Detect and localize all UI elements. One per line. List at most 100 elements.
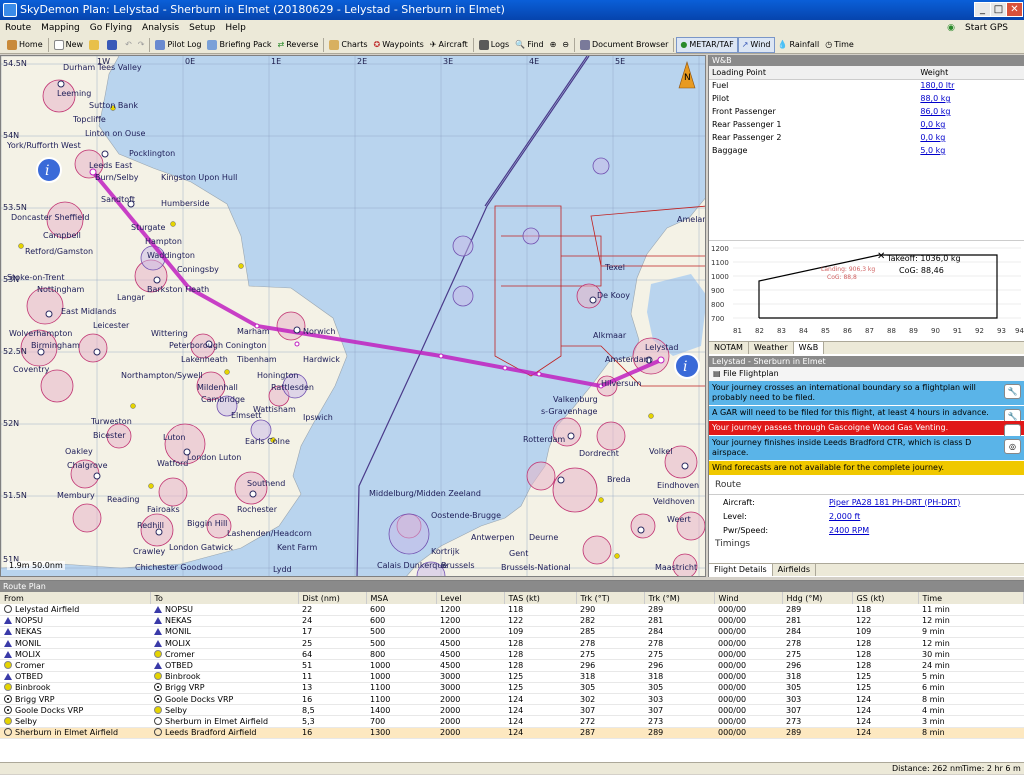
close-button[interactable]: ✕ (1006, 2, 1023, 17)
col-dist[interactable]: Dist (nm) (298, 592, 367, 604)
table-row[interactable]: OTBED Binbrook 11 1000 3000 125 318 318 000/00 31… (0, 671, 1024, 683)
table-row[interactable]: Cromer OTBED 51 1000 4500 128 296 296 000/00 296 1… (0, 659, 1024, 672)
menu-route[interactable]: Route (0, 20, 36, 36)
col-msa[interactable]: MSA (366, 592, 437, 604)
find-button[interactable]: 🔍 Find (512, 37, 546, 53)
wb-value-link[interactable]: 180,0 ltr (917, 79, 1024, 92)
level-link[interactable]: 2,000 ft (829, 512, 860, 521)
new-button[interactable]: New (51, 37, 86, 53)
aircraft-button[interactable]: ✈ Aircraft (427, 37, 471, 53)
waypoint-icon (4, 673, 12, 681)
cell-msa: 700 (366, 715, 436, 728)
col-tas[interactable]: TAS (kt) (504, 592, 577, 604)
logs-button[interactable]: Logs (476, 37, 512, 53)
metar-taf-button[interactable]: ● METAR/TAF (676, 36, 738, 53)
col-trk-t[interactable]: Trk (°T) (576, 592, 645, 604)
document-browser-button[interactable]: Document Browser (577, 37, 671, 53)
cell-time: 30 min (918, 648, 1024, 661)
wrench-icon[interactable]: 🔧 (1004, 384, 1021, 399)
tab-flight-details[interactable]: Flight Details (709, 564, 773, 576)
wb-value-link[interactable]: 0,0 kg (917, 131, 1024, 144)
lat-label: 53.5N (3, 203, 27, 212)
menu-mapping[interactable]: Mapping (36, 20, 85, 36)
aircraft-link[interactable]: Piper PA28 181 PH-DRT (PH-DRT) (829, 498, 960, 507)
reverse-button[interactable]: ⇄ Reverse (275, 37, 322, 53)
col-wind[interactable]: Wind (714, 592, 783, 604)
chart-map[interactable]: 1W 0E 1E 2E 3E 4E 5E 54.5N 54N 53.5N 53N… (0, 55, 706, 577)
table-row[interactable]: MOLIX Cromer 64 800 4500 128 275 275 000/00 275 12… (0, 648, 1024, 661)
cell-hdg: 307 (782, 704, 852, 717)
col-to[interactable]: To (150, 592, 299, 604)
wind-button[interactable]: ↗ Wind (737, 36, 775, 53)
menu-analysis[interactable]: Analysis (137, 20, 184, 36)
wb-value-link[interactable]: 86,0 kg (917, 105, 1024, 118)
table-row[interactable]: Lelystad Airfield NOPSU 22 600 1200 118 290 289… (0, 604, 1024, 616)
menu-setup[interactable]: Setup (184, 20, 220, 36)
table-row[interactable]: Binbrook Brigg VRP 13 1100 3000 125 305 305 000/… (0, 682, 1024, 695)
tab-weather[interactable]: Weather (749, 342, 794, 354)
time-button[interactable]: ◷ Time (822, 37, 857, 53)
cell-dist: 13 (298, 682, 366, 695)
svg-text:Dordrecht: Dordrecht (579, 449, 619, 458)
col-from[interactable]: From (0, 592, 151, 604)
waypoint-icon (154, 605, 162, 613)
waypoints-button[interactable]: ✪ Waypoints (371, 37, 427, 53)
table-row[interactable]: Selby Sherburn in Elmet Airfield 5,3 700 200… (0, 715, 1024, 728)
svg-text:1200: 1200 (711, 245, 729, 253)
maximize-button[interactable]: □ (990, 2, 1007, 17)
svg-text:92: 92 (975, 327, 984, 335)
wb-value-link[interactable]: 88,0 kg (917, 92, 1024, 105)
menu-help[interactable]: Help (220, 20, 251, 36)
col-time[interactable]: Time (918, 592, 1024, 604)
table-row[interactable]: Goole Docks VRP Selby 8,5 1400 2000 124 307 307… (0, 704, 1024, 717)
menu-go-flying[interactable]: Go Flying (85, 20, 137, 36)
pilot-log-button[interactable]: Pilot Log (152, 37, 204, 53)
cell-msa: 1000 (366, 659, 436, 672)
cell-to: NOPSU (150, 604, 298, 616)
rainfall-button[interactable]: 💧 Rainfall (775, 37, 823, 53)
tab-airfields[interactable]: Airfields (773, 564, 817, 576)
wb-value-link[interactable]: 5,0 kg (917, 144, 1024, 157)
tab-wb[interactable]: W&B (793, 342, 825, 354)
file-flightplan-button[interactable]: ▤ File Flightplan (709, 367, 1024, 381)
col-level[interactable]: Level (436, 592, 505, 604)
col-trk-m[interactable]: Trk (°M) (644, 592, 715, 604)
undo-button[interactable]: ↶ (122, 37, 135, 53)
svg-text:Birmingham: Birmingham (31, 341, 80, 350)
svg-text:N: N (684, 73, 691, 83)
cell-from: Goole Docks VRP (0, 704, 150, 717)
briefing-pack-button[interactable]: Briefing Pack (204, 37, 274, 53)
open-button[interactable] (86, 37, 104, 53)
warning-message: Your journey passes through Gascoigne Wo… (709, 421, 1024, 439)
cell-tas: 128 (504, 648, 576, 661)
svg-text:Kortrijk: Kortrijk (431, 547, 460, 556)
power-link[interactable]: 2400 RPM (829, 526, 869, 535)
table-row[interactable]: NEKAS MONIL 17 500 2000 109 285 284 000/00 284 109… (0, 626, 1024, 639)
svg-text:Rotterdam: Rotterdam (523, 435, 565, 444)
cell-time: 8 min (918, 693, 1024, 706)
wb-value-link[interactable]: 0,0 kg (917, 118, 1024, 131)
binoculars-icon[interactable]: ◎ (1004, 439, 1021, 454)
wb-row: Rear Passenger 1 0,0 kg (709, 118, 1024, 131)
zoom-out-button[interactable]: ⊖ (559, 37, 572, 53)
col-hdg[interactable]: Hdg (°M) (782, 592, 853, 604)
table-row[interactable]: Brigg VRP Goole Docks VRP 16 1100 2000 124 302… (0, 693, 1024, 706)
waypoint-icon (154, 628, 162, 636)
svg-text:85: 85 (821, 327, 830, 335)
col-gs[interactable]: GS (kt) (852, 592, 919, 604)
redo-button[interactable]: ↷ (135, 37, 148, 53)
waypoint-icon (154, 662, 162, 670)
reporting-point-icon (4, 661, 12, 670)
start-gps-button[interactable]: ◉ Start GPS (937, 20, 1018, 36)
zoom-in-button[interactable]: ⊕ (547, 37, 560, 53)
minimize-button[interactable]: _ (974, 2, 991, 17)
tab-notam[interactable]: NOTAM (709, 342, 749, 354)
cell-trkm: 289 (644, 727, 714, 739)
cell-from: MOLIX (0, 648, 150, 661)
charts-button[interactable]: Charts (326, 37, 370, 53)
save-button[interactable] (104, 37, 122, 53)
table-row[interactable]: NOPSU NEKAS 24 600 1200 122 282 281 000/00 281 122… (0, 615, 1024, 627)
home-button[interactable]: Home (4, 37, 46, 53)
table-row[interactable]: Sherburn in Elmet Airfield Leeds Bradford… (0, 727, 1024, 739)
table-row[interactable]: MONIL MOLIX 25 500 4500 128 278 278 000/00 278 128… (0, 637, 1024, 650)
